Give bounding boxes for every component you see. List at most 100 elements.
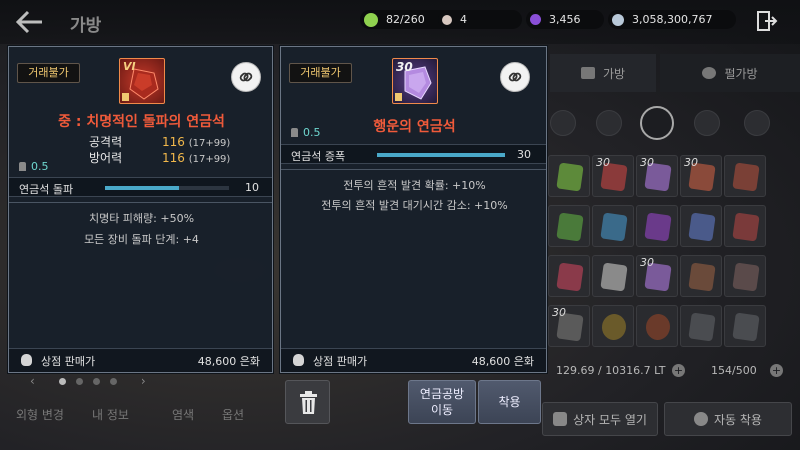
add-slots-button[interactable]: + — [770, 364, 783, 377]
item-tooltip-left: 거래불가 VI 중 : 치명적인 돌파의 연금석 공격력 116 (17+99)… — [8, 46, 273, 373]
attack-detail: (17+99) — [188, 138, 231, 149]
auto-equip-button[interactable]: 자동 착용 — [664, 402, 792, 436]
item-weight: 0.5 — [19, 160, 49, 173]
trash-icon — [300, 391, 317, 414]
nav-my-info[interactable]: 내 정보 — [92, 406, 129, 432]
tier-label: VI — [123, 60, 136, 73]
inventory-weight: 129.69 / 10316.7 LT — [556, 364, 666, 377]
open-all-boxes-button[interactable]: 상자 모두 열기 — [542, 402, 658, 436]
page-dot[interactable] — [58, 377, 66, 385]
inventory-slot[interactable]: 30 — [548, 305, 590, 347]
pearl-icon — [442, 14, 452, 25]
inventory-slot[interactable] — [592, 205, 634, 247]
energy-value: 82/260 — [386, 13, 425, 26]
tab-pearl-bag[interactable]: 펄가방 — [660, 54, 800, 92]
nav-appearance[interactable]: 외형 변경 — [16, 406, 64, 432]
tab-bag[interactable]: 가방 — [550, 54, 656, 92]
sell-price-label: 상점 판매가 — [313, 355, 368, 368]
page-dot[interactable] — [75, 377, 83, 385]
weight-icon — [19, 162, 26, 171]
page-prev-icon[interactable]: ‹ — [30, 374, 35, 388]
nav-dye[interactable]: 염색 — [172, 406, 194, 432]
link-icon[interactable] — [231, 62, 261, 92]
filter-shield-icon[interactable] — [694, 110, 720, 136]
inventory-slot[interactable] — [680, 205, 722, 247]
defense-stat: 방어력 116 (17+99) — [89, 149, 230, 166]
delete-button[interactable] — [285, 380, 330, 424]
inventory-slot[interactable]: 30 — [592, 155, 634, 197]
crystal-icon — [530, 14, 541, 25]
breakthrough-value: 10 — [245, 181, 259, 194]
filter-accessory-icon[interactable] — [640, 106, 674, 140]
amplification-label: 연금석 증폭 — [291, 150, 346, 163]
inventory-slot[interactable] — [680, 305, 722, 347]
equip-button[interactable]: 착용 — [478, 380, 541, 424]
amplification-value: 30 — [517, 148, 531, 161]
alchemy-workshop-move-button[interactable]: 연금공방 이동 — [408, 380, 476, 424]
auto-equip-label: 자동 착용 — [714, 412, 762, 427]
top-bar: 가방 82/260 4 3,456 3,058,300,767 — [0, 0, 800, 44]
luck-alchemy-stone-icon: 30 — [392, 58, 438, 104]
silver-coin-icon — [612, 13, 624, 26]
money-bag-icon — [21, 354, 32, 366]
breakthrough-track — [105, 186, 229, 190]
inventory-slot[interactable] — [724, 155, 766, 197]
inventory-slot[interactable] — [724, 255, 766, 297]
pearl-value: 4 — [460, 13, 467, 26]
inventory-slot[interactable] — [724, 205, 766, 247]
effect-line: 전투의 흔적 발견 확률: +10% — [343, 179, 486, 192]
move-label-line1: 연금공방 — [419, 387, 465, 401]
divider — [281, 169, 546, 170]
silver-value: 3,058,300,767 — [632, 13, 713, 26]
divider — [9, 202, 272, 203]
inventory-slot[interactable]: 30 — [680, 155, 722, 197]
filter-armor-icon[interactable] — [596, 110, 622, 136]
bag-icon — [580, 67, 595, 79]
sell-price-row: 상점 판매가 48,600 은화 — [281, 348, 546, 372]
back-arrow-icon[interactable] — [14, 8, 44, 36]
page-indicator: ‹ › — [30, 374, 156, 388]
item-name: 행운의 연금석 — [373, 119, 456, 135]
sell-price-value: 48,600 은화 — [471, 355, 534, 368]
inventory-slot[interactable] — [592, 255, 634, 297]
page-dot[interactable] — [92, 377, 100, 385]
inventory-slot[interactable] — [724, 305, 766, 347]
defense-value: 116 — [161, 151, 185, 165]
amplification-track — [377, 153, 505, 157]
inventory-slot[interactable]: 30 — [636, 255, 678, 297]
page-dot[interactable] — [109, 377, 117, 385]
currency-pearl: 4 — [438, 10, 522, 29]
crystal-value: 3,456 — [549, 13, 581, 26]
effect-line: 전투의 흔적 발견 대기시간 감소: +10% — [321, 199, 508, 212]
nav-options[interactable]: 옵션 — [222, 406, 244, 432]
stack-count: 30 — [396, 60, 413, 74]
inventory-slot[interactable] — [548, 255, 590, 297]
inventory-slot[interactable] — [636, 305, 678, 347]
effect-line: 치명타 피해량: +50% — [88, 212, 195, 225]
page-title: 가방 — [70, 16, 102, 36]
pearl-bag-icon — [702, 67, 717, 79]
inventory-slot[interactable] — [680, 255, 722, 297]
filter-weapon-icon[interactable] — [550, 110, 576, 136]
page-next-icon[interactable]: › — [141, 374, 146, 388]
filter-potion-icon[interactable] — [744, 110, 770, 136]
equip-label: 착용 — [498, 395, 521, 409]
inventory-slot[interactable] — [548, 155, 590, 197]
inventory-slot[interactable]: 30 — [636, 155, 678, 197]
tab-pearl-bag-label: 펄가방 — [724, 66, 758, 81]
defense-detail: (17+99) — [188, 154, 231, 165]
currency-silver: 3,058,300,767 — [608, 10, 736, 29]
item-name: 중 : 치명적인 돌파의 연금석 — [58, 114, 225, 130]
attack-label: 공격력 — [89, 135, 123, 149]
inventory-slot[interactable] — [592, 305, 634, 347]
link-icon[interactable] — [500, 62, 530, 92]
exit-icon[interactable] — [756, 10, 778, 32]
inventory-slots: 154/500 — [711, 364, 757, 377]
add-weight-button[interactable]: + — [672, 364, 685, 377]
weight-value: 0.5 — [31, 160, 49, 173]
box-icon — [553, 412, 568, 426]
effect-line: 모든 장비 돌파 단계: +4 — [84, 233, 199, 246]
inventory-slot[interactable] — [548, 205, 590, 247]
breakthrough-bar: 연금석 돌파 10 — [9, 177, 272, 197]
inventory-slot[interactable] — [636, 205, 678, 247]
